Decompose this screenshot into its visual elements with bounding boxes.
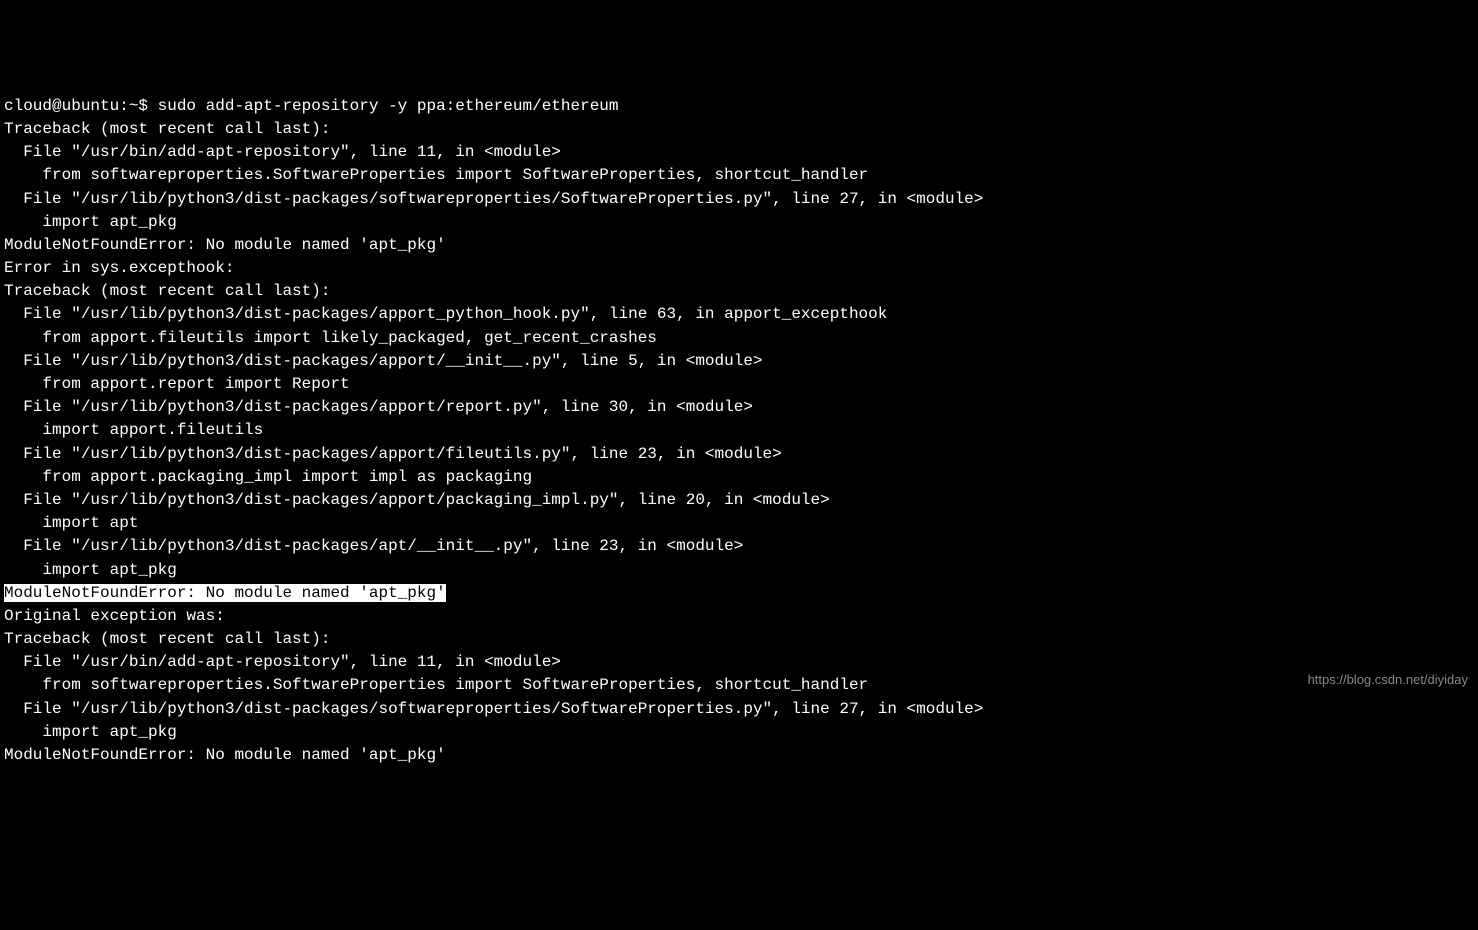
- terminal-line: File "/usr/lib/python3/dist-packages/app…: [4, 396, 1474, 419]
- terminal-line: from apport.report import Report: [4, 373, 1474, 396]
- selected-error-text: ModuleNotFoundError: No module named 'ap…: [4, 584, 446, 602]
- terminal-line: File "/usr/bin/add-apt-repository", line…: [4, 141, 1474, 164]
- terminal-line: File "/usr/lib/python3/dist-packages/sof…: [4, 188, 1474, 211]
- terminal-line: ModuleNotFoundError: No module named 'ap…: [4, 234, 1474, 257]
- terminal-line: File "/usr/lib/python3/dist-packages/sof…: [4, 698, 1474, 721]
- terminal-line-highlighted: ModuleNotFoundError: No module named 'ap…: [4, 582, 1474, 605]
- terminal-line: import apt_pkg: [4, 721, 1474, 744]
- terminal-line: import apt_pkg: [4, 559, 1474, 582]
- terminal-line: ModuleNotFoundError: No module named 'ap…: [4, 744, 1474, 767]
- terminal-line: Traceback (most recent call last):: [4, 280, 1474, 303]
- terminal-line: Error in sys.excepthook:: [4, 257, 1474, 280]
- terminal-line: import apt: [4, 512, 1474, 535]
- terminal-line: from softwareproperties.SoftwareProperti…: [4, 674, 1474, 697]
- terminal-line: File "/usr/lib/python3/dist-packages/app…: [4, 350, 1474, 373]
- terminal-output[interactable]: cloud@ubuntu:~$ sudo add-apt-repository …: [4, 95, 1474, 767]
- terminal-line: cloud@ubuntu:~$ sudo add-apt-repository …: [4, 95, 1474, 118]
- watermark-text: https://blog.csdn.net/diyiday: [1308, 671, 1468, 690]
- terminal-line: import apt_pkg: [4, 211, 1474, 234]
- terminal-line: from softwareproperties.SoftwareProperti…: [4, 164, 1474, 187]
- terminal-line: File "/usr/lib/python3/dist-packages/app…: [4, 489, 1474, 512]
- shell-command: sudo add-apt-repository -y ppa:ethereum/…: [158, 97, 619, 115]
- terminal-line: Traceback (most recent call last):: [4, 118, 1474, 141]
- terminal-line: File "/usr/lib/python3/dist-packages/app…: [4, 303, 1474, 326]
- terminal-line: from apport.fileutils import likely_pack…: [4, 327, 1474, 350]
- terminal-line: Original exception was:: [4, 605, 1474, 628]
- terminal-line: import apport.fileutils: [4, 419, 1474, 442]
- terminal-line: from apport.packaging_impl import impl a…: [4, 466, 1474, 489]
- shell-prompt: cloud@ubuntu:~$: [4, 97, 158, 115]
- terminal-line: File "/usr/bin/add-apt-repository", line…: [4, 651, 1474, 674]
- terminal-line: File "/usr/lib/python3/dist-packages/app…: [4, 443, 1474, 466]
- terminal-line: Traceback (most recent call last):: [4, 628, 1474, 651]
- terminal-line: File "/usr/lib/python3/dist-packages/apt…: [4, 535, 1474, 558]
